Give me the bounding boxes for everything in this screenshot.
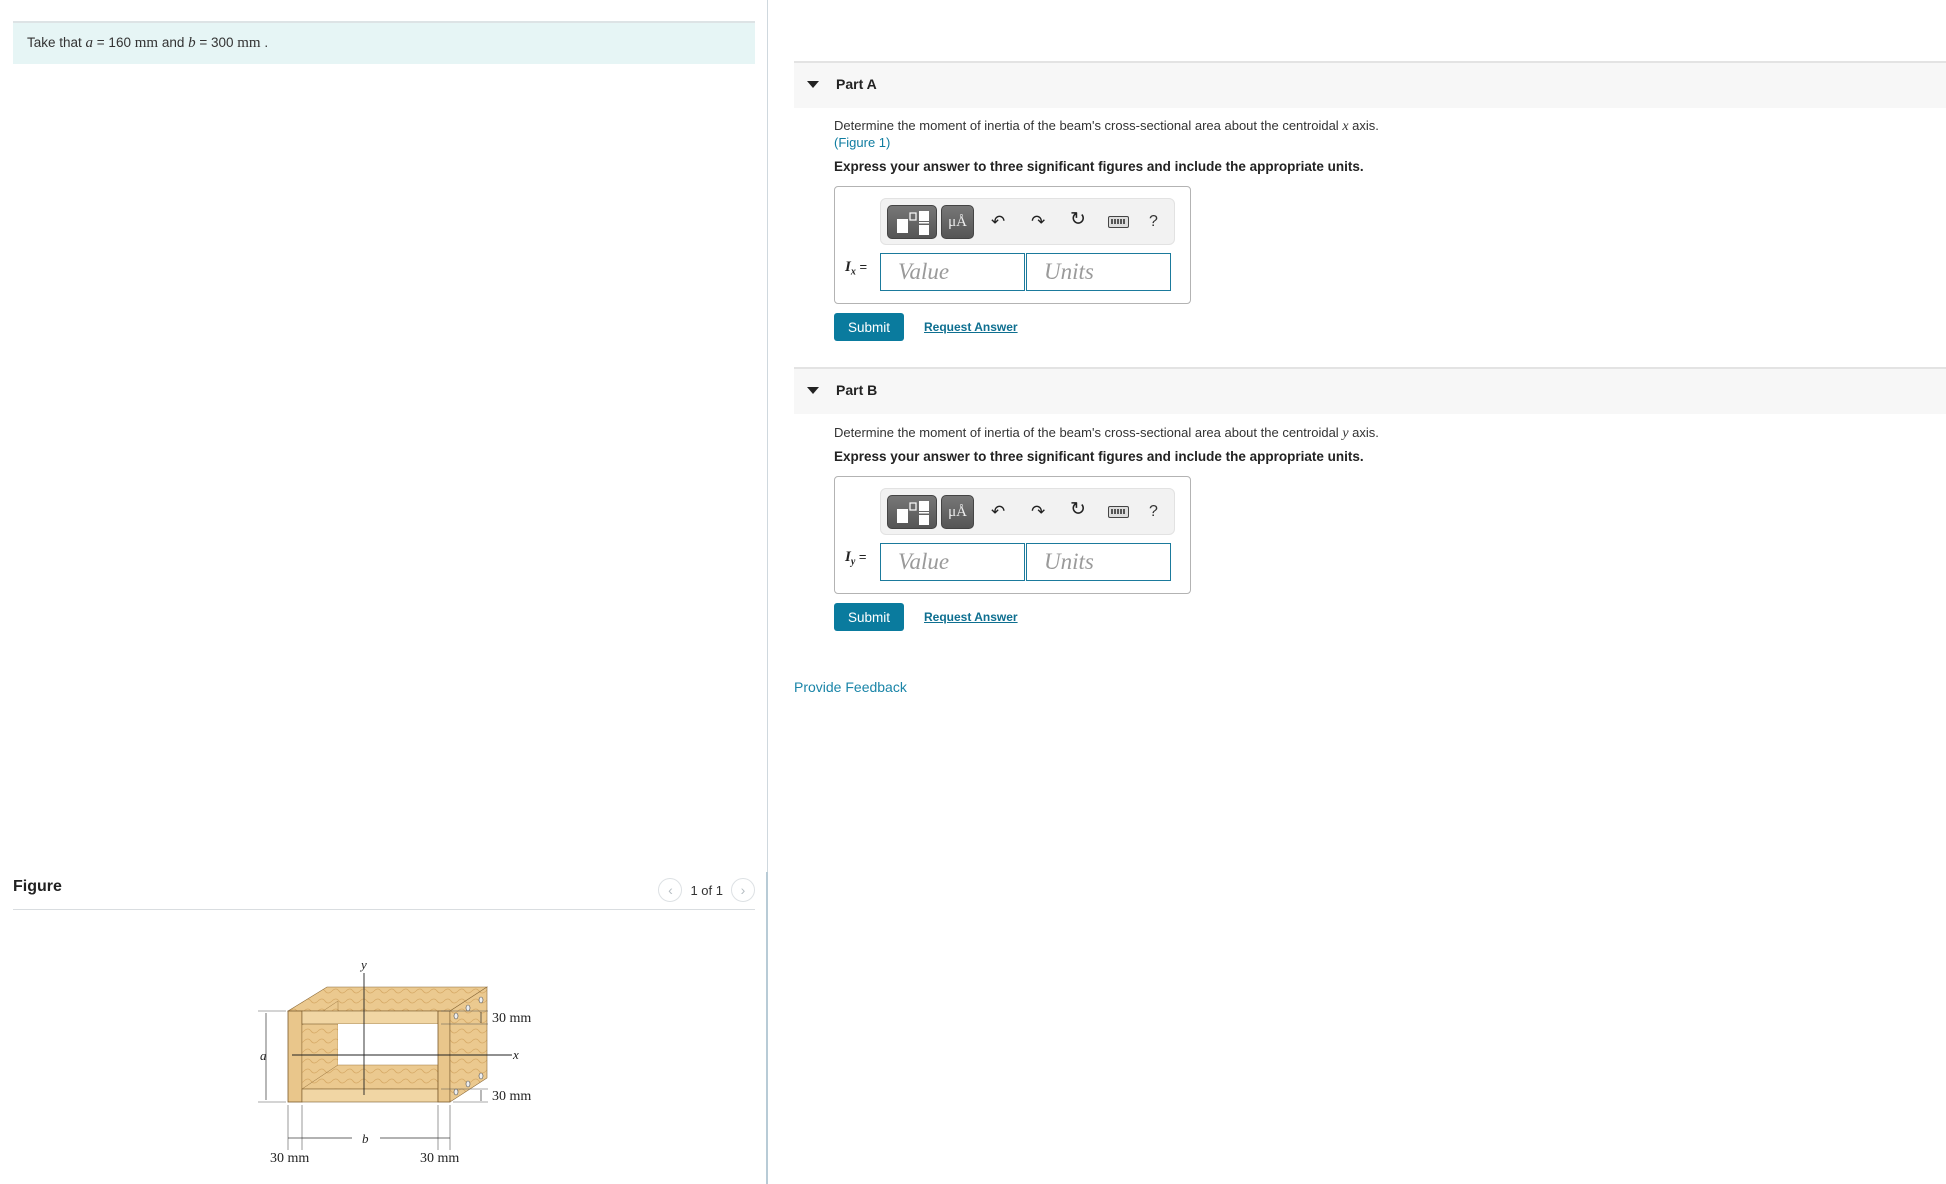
part-b-answer-box: μÅ ↶ ↷ ↻ ? Iy = xyxy=(834,476,1191,594)
hollow-core xyxy=(338,1024,438,1065)
help-icon[interactable]: ? xyxy=(1149,502,1158,522)
part-a-request-answer-link[interactable]: Request Answer xyxy=(924,320,1018,334)
part-b-header[interactable]: Part B xyxy=(794,367,1946,414)
reset-icon[interactable]: ↻ xyxy=(1070,210,1086,230)
given-values-box: Take that a = 160 mm and b = 300 mm . xyxy=(13,21,755,64)
undo-icon[interactable]: ↶ xyxy=(991,502,1005,522)
info-unit-b: mm xyxy=(237,35,261,51)
part-a-header[interactable]: Part A xyxy=(794,61,1946,108)
x-axis-label: x xyxy=(512,1047,519,1062)
help-icon[interactable]: ? xyxy=(1149,212,1158,232)
part-b-prompt: Determine the moment of inertia of the b… xyxy=(834,425,1379,442)
figure-page-indicator: 1 of 1 xyxy=(690,882,723,898)
left-board xyxy=(287,1010,303,1103)
panel-resize-handle[interactable] xyxy=(766,872,768,1184)
info-var-a: a xyxy=(85,35,94,51)
beam-cross-section-figure: y x a 30 mm 30 mm b 30 mm 30 mm xyxy=(220,945,580,1166)
right-board xyxy=(437,1010,451,1103)
info-eq-a: = 160 xyxy=(93,35,135,50)
bottom-flange xyxy=(301,1088,439,1103)
units-button[interactable]: μÅ xyxy=(941,205,974,239)
answer-variable-label: Ix = xyxy=(845,259,867,278)
dimension-a-label: a xyxy=(260,1048,267,1063)
figure-header: Figure ‹ 1 of 1 › xyxy=(13,872,755,910)
value-input[interactable] xyxy=(880,253,1025,291)
figure-pager: ‹ 1 of 1 › xyxy=(658,878,755,902)
part-a-submit-button[interactable]: Submit xyxy=(834,313,904,341)
part-b-title: Part B xyxy=(836,382,878,398)
left-thickness-label: 30 mm xyxy=(270,1151,309,1165)
caret-down-icon[interactable] xyxy=(807,81,819,88)
units-input[interactable] xyxy=(1026,253,1171,291)
templates-icon xyxy=(897,211,929,235)
part-a-answer-box: μÅ ↶ ↷ ↻ ? Ix = xyxy=(834,186,1191,304)
math-toolbar: μÅ ↶ ↷ ↻ ? xyxy=(880,488,1175,535)
redo-icon[interactable]: ↷ xyxy=(1031,502,1045,522)
info-var-b: b xyxy=(188,35,196,51)
next-figure-button[interactable]: › xyxy=(731,878,755,902)
chevron-right-icon: › xyxy=(740,882,746,898)
beam-figure-svg: y x a 30 mm 30 mm b 30 mm 30 mm xyxy=(258,957,531,1166)
dimension-b-label: b xyxy=(362,1131,369,1146)
prev-figure-button[interactable]: ‹ xyxy=(658,878,683,902)
info-and: and xyxy=(158,35,189,50)
value-input[interactable] xyxy=(880,543,1025,581)
part-b-request-answer-link[interactable]: Request Answer xyxy=(924,610,1018,624)
info-prefix: Take that xyxy=(27,35,86,50)
right-panel: Part A Determine the moment of inertia o… xyxy=(794,0,1946,1184)
prompt-text: Determine the moment of inertia of the b… xyxy=(834,118,1343,133)
undo-icon[interactable]: ↶ xyxy=(991,212,1005,232)
figure-title: Figure xyxy=(13,878,62,895)
prompt-text-end: axis. xyxy=(1348,118,1379,133)
right-thickness-label: 30 mm xyxy=(420,1151,459,1165)
prompt-text: Determine the moment of inertia of the b… xyxy=(834,425,1343,440)
part-a-title: Part A xyxy=(836,76,877,92)
caret-down-icon[interactable] xyxy=(807,387,819,394)
var-equals: = xyxy=(855,259,868,274)
part-b-submit-button[interactable]: Submit xyxy=(834,603,904,631)
templates-button[interactable] xyxy=(887,205,937,239)
templates-icon xyxy=(897,501,929,525)
reset-icon[interactable]: ↻ xyxy=(1070,500,1086,520)
left-panel: Take that a = 160 mm and b = 300 mm . Fi… xyxy=(0,0,766,1184)
answer-variable-label: Iy = xyxy=(845,549,867,568)
info-unit-a: mm xyxy=(134,35,159,51)
math-toolbar: μÅ ↶ ↷ ↻ ? xyxy=(880,198,1175,245)
chevron-left-icon: ‹ xyxy=(668,882,673,898)
keyboard-icon[interactable] xyxy=(1108,216,1129,228)
y-axis-label: y xyxy=(359,957,367,972)
top-flange xyxy=(301,1010,439,1025)
provide-feedback-link[interactable]: Provide Feedback xyxy=(794,679,907,695)
top-thickness-label: 30 mm xyxy=(492,1011,531,1026)
keyboard-icon[interactable] xyxy=(1108,506,1129,518)
part-a-instruction: Express your answer to three significant… xyxy=(834,159,1364,174)
figure-1-link[interactable]: (Figure 1) xyxy=(834,135,890,150)
info-suffix: . xyxy=(260,35,269,50)
prompt-text-end: axis. xyxy=(1348,425,1379,440)
units-button[interactable]: μÅ xyxy=(941,495,974,529)
var-equals: = xyxy=(855,549,867,564)
info-eq-b: = 300 xyxy=(195,35,238,50)
redo-icon[interactable]: ↷ xyxy=(1031,212,1045,232)
bottom-thickness-label: 30 mm xyxy=(492,1089,531,1104)
part-b-instruction: Express your answer to three significant… xyxy=(834,449,1364,464)
templates-button[interactable] xyxy=(887,495,937,529)
part-a-prompt: Determine the moment of inertia of the b… xyxy=(834,118,1379,151)
units-input[interactable] xyxy=(1026,543,1171,581)
